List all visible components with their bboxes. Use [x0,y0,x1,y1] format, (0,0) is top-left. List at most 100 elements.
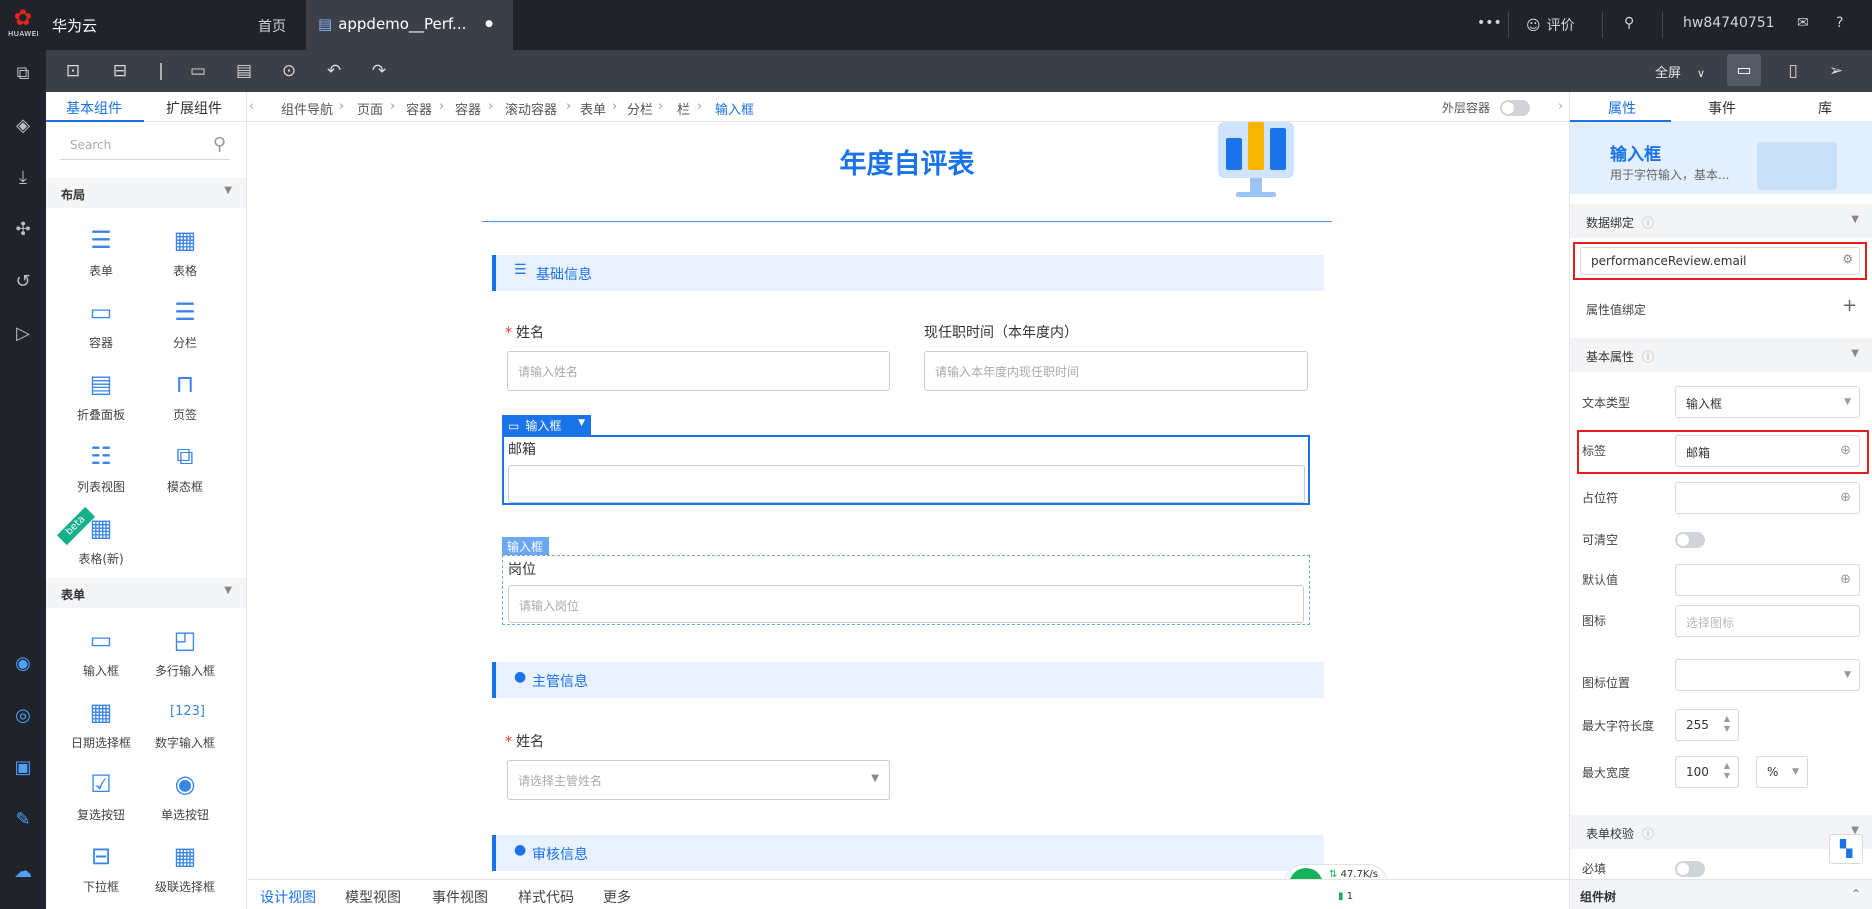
component-modal[interactable]: ⧉ 模态框 [145,442,225,495]
section-basic-info[interactable]: ☰ 基础信息 [492,255,1324,291]
stepper-icon[interactable]: ▲ ▼ [1724,761,1730,781]
brand-name[interactable]: 华为云 [52,15,97,36]
mobile-view-icon[interactable]: ▯ [1782,60,1804,82]
desktop-view-icon[interactable]: ▭ [1727,54,1761,86]
undo-icon[interactable]: ↶ [323,60,345,82]
breadcrumb-item[interactable]: 组件导航 [281,99,333,118]
fullscreen-select[interactable]: 全屏 ∨ [1655,62,1705,81]
layers-icon[interactable]: ◈ [11,114,35,138]
component-list-view[interactable]: ☷ 列表视图 [61,442,141,495]
tab-basic-components[interactable]: 基本组件 [66,98,122,118]
network-speed-widget[interactable]: ◠ ⇅ 47.7K/s [1284,864,1388,879]
section-review-info[interactable]: ● 审核信息 [492,835,1324,871]
preview-eye-icon[interactable]: ◉ [11,652,35,676]
maxwidth-input[interactable]: 100 ▲ ▼ [1675,756,1739,788]
section-basic-properties[interactable]: 基本属性 ⓘ ▼ [1570,338,1872,372]
help-icon[interactable]: ⓘ [1642,216,1654,230]
gear-icon[interactable]: ⚙ [1842,252,1853,266]
email-input[interactable] [508,465,1305,503]
unlock-icon[interactable]: ⊟ [109,60,131,82]
search-input[interactable]: Search ⚲ [60,132,230,160]
import-icon[interactable]: ⤓ [11,166,35,190]
save-as-icon[interactable]: ▤ [233,60,255,82]
component-number-input[interactable]: [123] 数字输入框 [145,698,225,751]
maxwidth-unit-select[interactable]: % ▼ [1756,756,1808,788]
collapse-right-icon[interactable]: › [1558,99,1563,114]
binding-input[interactable]: performanceReview.email ⚙ [1580,247,1860,275]
stepper-icon[interactable]: ▲ ▼ [1724,714,1730,734]
preview-icon[interactable]: ⊙ [278,60,300,82]
more-icon[interactable]: ••• [1477,15,1502,31]
group-form[interactable]: 表单 ▼ [46,578,246,608]
globe-icon[interactable]: ⊕ [1840,490,1851,505]
text-type-select[interactable]: 输入框 ▼ [1675,386,1860,418]
network-icon[interactable]: ✣ [11,218,35,242]
tab-more[interactable]: 更多 [603,887,631,907]
component-cascader[interactable]: ▦ 级联选择框 [145,842,225,895]
tab-library[interactable]: 库 [1818,98,1832,118]
breadcrumb-item[interactable]: 页面 [357,99,383,118]
target-icon[interactable]: ◎ [11,704,35,728]
clearable-toggle[interactable] [1675,532,1705,548]
breadcrumb-item-current[interactable]: 输入框 [715,99,754,118]
tab-events[interactable]: 事件 [1708,98,1736,118]
tab-extended-components[interactable]: 扩展组件 [166,98,222,118]
redo-icon[interactable]: ↷ [368,60,390,82]
run-icon[interactable]: ▷ [11,322,35,346]
help-icon[interactable]: ⓘ [1642,350,1654,364]
icon-select[interactable]: 选择图标 [1675,605,1860,637]
tab-design-view[interactable]: 设计视图 [260,887,316,907]
page-title[interactable]: 年度自评表 [657,142,1157,181]
component-select[interactable]: ⊟ 下拉框 [61,842,141,895]
tab-model-view[interactable]: 模型视图 [345,887,401,907]
component-collapse[interactable]: ▤ 折叠面板 [61,370,141,423]
layout-toggle-icon[interactable]: ▚ [1829,834,1863,864]
globe-icon[interactable]: ⊕ [1840,443,1851,458]
component-input[interactable]: ▭ 输入框 [61,626,141,679]
tab-style-code[interactable]: 样式代码 [518,887,574,907]
home-link[interactable]: 首页 [258,16,286,36]
component-checkbox[interactable]: ☑ 复选按钮 [61,770,141,823]
section-form-validation[interactable]: 表单校验 ⓘ ▼ [1570,815,1872,849]
breadcrumb-item[interactable]: 栏 [677,99,690,118]
section-manager-info[interactable]: ● 主管信息 [492,662,1324,698]
component-container[interactable]: ▭ 容器 [61,298,141,351]
component-textarea[interactable]: ◰ 多行输入框 [145,626,225,679]
expand-up-icon[interactable]: ⌃ [1851,887,1861,901]
group-layout[interactable]: 布局 ▼ [46,178,246,208]
breadcrumb-item[interactable]: 容器 [406,99,432,118]
component-radio[interactable]: ◉ 单选按钮 [145,770,225,823]
maxlength-input[interactable]: 255 ▲ ▼ [1675,709,1739,741]
globe-icon[interactable]: ⊕ [1840,572,1851,587]
component-date-picker[interactable]: ▦ 日期选择框 [61,698,141,751]
rate-button[interactable]: ☺ 评价 [1526,15,1575,35]
wrench-icon[interactable]: ✎ [11,808,35,832]
tenure-input[interactable]: 请输入本年度内现任职时间 [924,351,1308,391]
component-columns[interactable]: ☰ 分栏 [145,298,225,351]
component-tree-bar[interactable]: 组件树 ⌃ [1570,879,1872,909]
user-name[interactable]: hw84740751 [1683,15,1775,31]
unsaved-dot-icon[interactable]: ● [485,19,493,29]
post-field-hovered[interactable]: 岗位 请输入岗位 [502,555,1310,625]
breadcrumb-item[interactable]: 分栏 [627,99,653,118]
publish-icon[interactable]: ➢ [1825,60,1847,82]
lock-icon[interactable]: ⊡ [62,60,84,82]
history-icon[interactable]: ↺ [11,270,35,294]
name-input[interactable]: 请输入姓名 [507,351,890,391]
breadcrumb-item[interactable]: 表单 [580,99,606,118]
terminal-icon[interactable]: ▣ [11,756,35,780]
search-icon[interactable]: ⚲ [1624,15,1634,31]
component-tabs[interactable]: ⊓ 页签 [145,370,225,423]
cloud-upload-icon[interactable]: ☁ [11,860,35,884]
tab-properties[interactable]: 属性 [1608,98,1636,118]
collapse-left-icon[interactable]: ‹ [249,99,254,114]
mail-icon[interactable]: ✉ [1797,15,1809,31]
post-input[interactable]: 请输入岗位 [508,585,1304,623]
sitemap-icon[interactable]: ⧉ [11,62,35,86]
placeholder-input[interactable]: ⊕ [1675,482,1860,514]
save-icon[interactable]: ▭ [187,60,209,82]
component-form[interactable]: ☰ 表单 [61,226,141,279]
icon-position-select[interactable]: ▼ [1675,659,1860,691]
tab-event-view[interactable]: 事件视图 [432,887,488,907]
add-icon[interactable]: + [1842,295,1857,316]
